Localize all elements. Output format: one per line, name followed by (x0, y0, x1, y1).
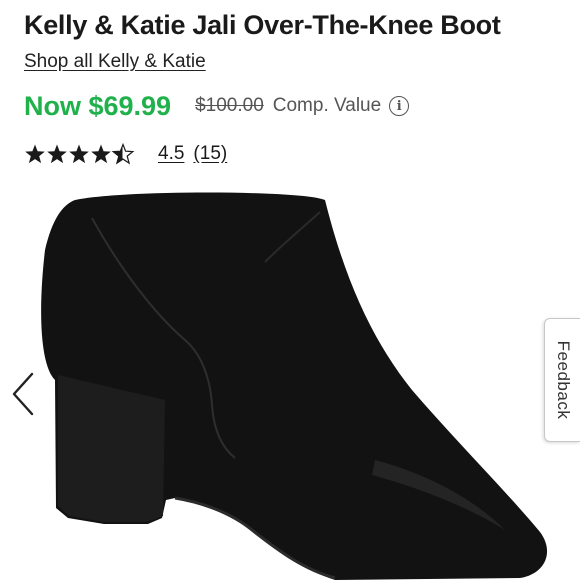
shop-brand-link[interactable]: Shop all Kelly & Katie (24, 51, 206, 73)
feedback-tab[interactable]: Feedback (544, 318, 580, 442)
price-row: Now $69.99 $100.00 Comp. Value i (24, 89, 410, 123)
review-count-link[interactable]: (15) (193, 143, 227, 165)
star-icon (25, 144, 45, 164)
comp-value-label: Comp. Value (272, 95, 382, 116)
star-icon (47, 144, 67, 164)
rating-value-link[interactable]: 4.5 (158, 143, 184, 165)
star-icon (91, 144, 111, 164)
prev-image-button[interactable] (6, 370, 40, 418)
boot-heel-shade (58, 375, 165, 522)
star-icon (69, 144, 89, 164)
product-title: Kelly & Katie Jali Over-The-Knee Boot (24, 10, 501, 40)
info-icon[interactable]: i (389, 96, 410, 116)
star-rating (24, 142, 136, 166)
chevron-left-icon (12, 372, 34, 416)
product-image[interactable] (0, 190, 580, 580)
original-price: $100.00 (195, 95, 264, 116)
feedback-label: Feedback (553, 340, 573, 420)
rating-row: 4.5 (15) (24, 140, 227, 168)
sale-price: Now $69.99 (24, 90, 172, 121)
half-star-icon (112, 143, 134, 164)
